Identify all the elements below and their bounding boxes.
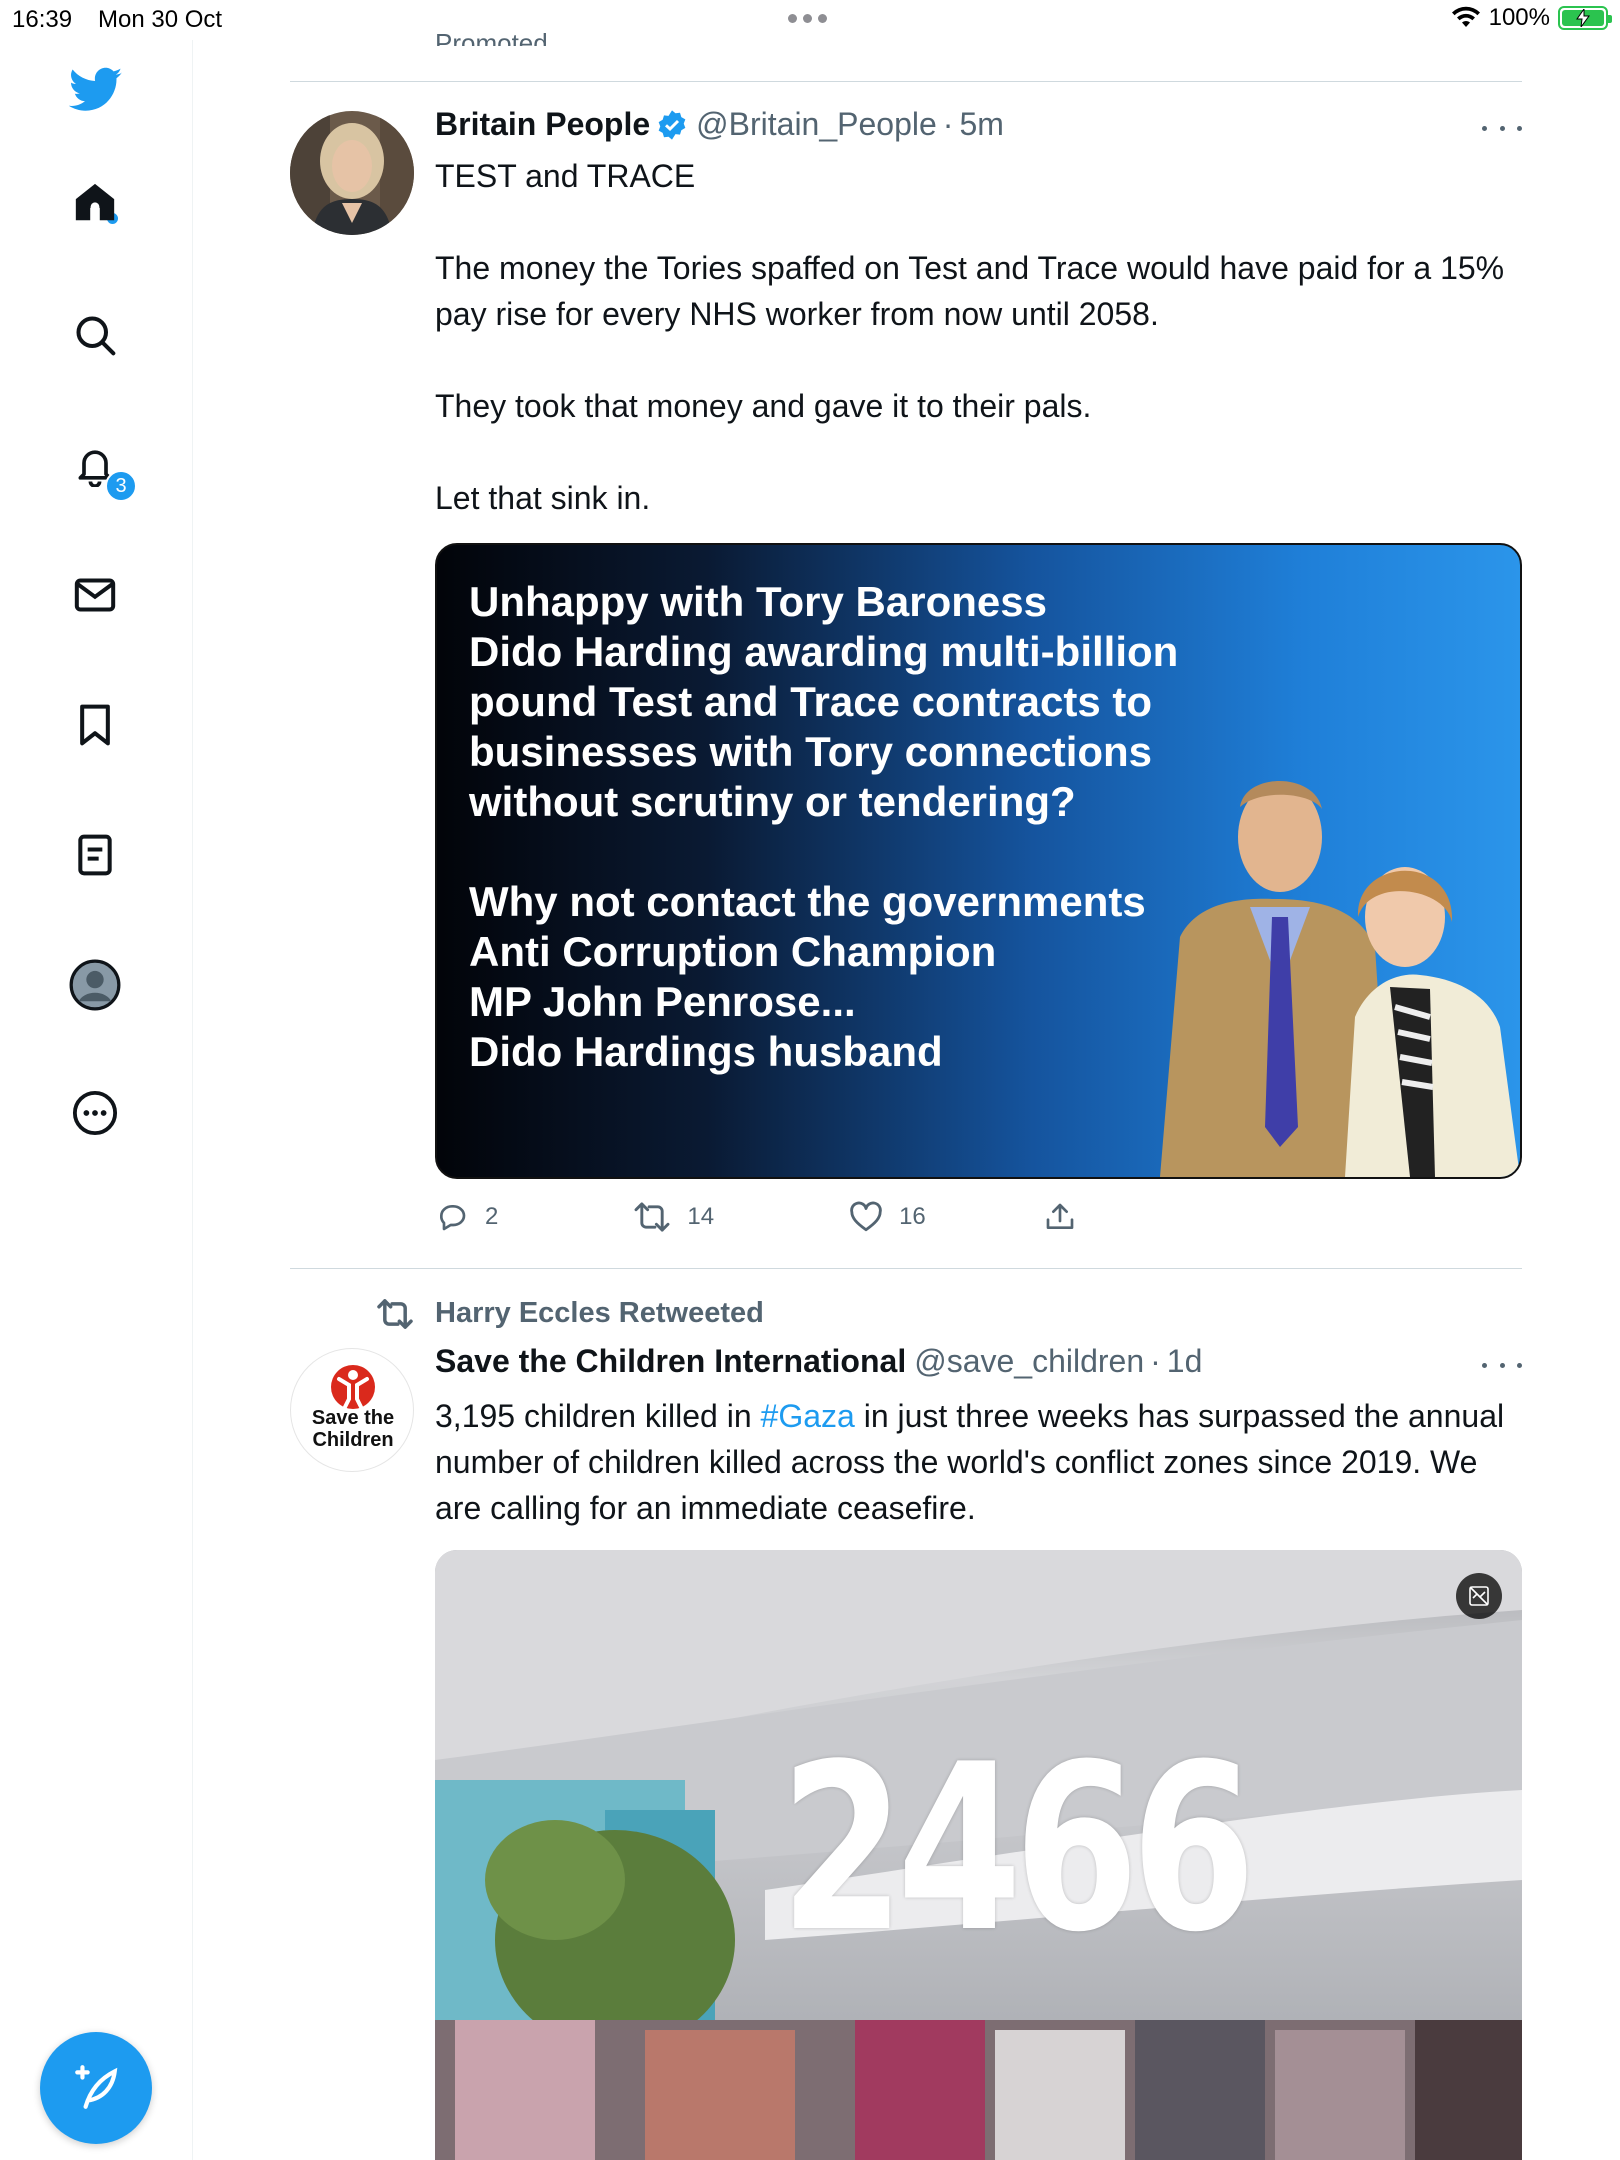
time-separator: ·: [942, 106, 954, 142]
battery-icon: [1558, 6, 1612, 30]
timeline-feed: Promoted Britain People @Britain_People …: [290, 0, 1522, 2160]
tweet-more-icon[interactable]: [1482, 1350, 1522, 1380]
tweet-time[interactable]: 1d: [1167, 1343, 1203, 1380]
reply-button[interactable]: 2: [435, 1201, 498, 1233]
media-caption-line: Unhappy with Tory Baroness: [469, 578, 1047, 625]
reply-icon: [439, 1205, 466, 1231]
media-caption-line: Dido Harding awarding multi-billion: [469, 628, 1179, 675]
author-handle[interactable]: @save_children: [914, 1343, 1144, 1380]
tweet-text-pre: 3,195 children killed in: [435, 1398, 761, 1434]
home-icon[interactable]: [65, 173, 125, 233]
media-photo-people: [1160, 780, 1520, 1177]
media-caption-line: pound Test and Trace contracts to: [469, 678, 1152, 725]
tweet-text-line: TEST and TRACE: [435, 158, 696, 194]
tweet-time[interactable]: 5m: [959, 106, 1003, 143]
share-button[interactable]: [1044, 1201, 1076, 1233]
lists-icon[interactable]: [65, 825, 125, 885]
like-button[interactable]: 16: [849, 1201, 926, 1233]
retweet-icon: [634, 1202, 670, 1232]
heart-icon: [850, 1201, 882, 1232]
author-handle[interactable]: @Britain_People: [696, 106, 937, 143]
tweet-header: Save the Children International @save_ch…: [435, 1343, 1202, 1380]
share-icon: [1046, 1203, 1074, 1229]
notifications-badge: 3: [105, 470, 137, 502]
tweet-actions: 2 14 16: [435, 1197, 1076, 1237]
like-count: 16: [899, 1203, 926, 1230]
more-options-icon[interactable]: [65, 1083, 125, 1143]
logo-text-line: Children: [312, 1429, 394, 1451]
tweet-divider: [290, 1268, 1522, 1269]
avatar-logo-text: Save the Children: [291, 1407, 413, 1451]
reply-count: 2: [485, 1203, 499, 1230]
time-separator: ·: [1150, 1343, 1161, 1379]
tweet-text-line: Let that sink in.: [435, 480, 651, 516]
verified-badge-icon: [658, 109, 686, 140]
retweet-icon: [377, 1298, 413, 1329]
autoplay-toggle-icon[interactable]: [1456, 1573, 1502, 1619]
retweet-button[interactable]: 14: [633, 1201, 714, 1233]
tweet-text-paragraph: 3,195 children killed in #Gaza in just t…: [435, 1393, 1525, 1531]
tweet-media-video[interactable]: 2466: [435, 1550, 1522, 2160]
tweet-media-image[interactable]: Unhappy with Tory Baroness Dido Harding …: [435, 543, 1522, 1179]
compose-tweet-button[interactable]: [40, 2032, 152, 2144]
messages-envelope-icon[interactable]: [65, 565, 125, 625]
logo-text-line: Save the: [311, 1407, 395, 1429]
avatar-britain-people[interactable]: [290, 111, 414, 235]
retweeted-by-text[interactable]: Harry Eccles Retweeted: [435, 1297, 764, 1330]
tweet-text-line: The money the Tories spaffed on Test and…: [435, 250, 1505, 332]
bookmarks-icon[interactable]: [65, 695, 125, 755]
author-name[interactable]: Save the Children International: [435, 1343, 906, 1380]
media-overlay-number: 2466: [780, 1716, 1256, 1983]
feather-plus-icon: [75, 2065, 118, 2109]
tweet-body: TEST and TRACE The money the Tories spaf…: [435, 153, 1525, 521]
tweet-more-icon[interactable]: [1482, 113, 1522, 143]
status-date: Mon 30 Oct: [98, 6, 223, 33]
retweeted-by-line: Harry Eccles Retweeted: [375, 1297, 764, 1330]
profile-avatar-icon[interactable]: [65, 955, 125, 1015]
status-time: 16:39: [12, 6, 73, 33]
hashtag-link[interactable]: #Gaza: [761, 1398, 855, 1434]
explore-search-icon[interactable]: [65, 305, 125, 365]
tweet-divider: [290, 81, 1522, 82]
tweet-header: Britain People @Britain_People · 5m: [435, 106, 1004, 143]
retweet-count: 14: [687, 1203, 715, 1230]
avatar-save-the-children[interactable]: Save the Children: [290, 1348, 414, 1472]
promoted-label: Promoted: [435, 28, 548, 46]
sidebar-nav: 3: [0, 40, 193, 2160]
tweet-text-line: They took that money and gave it to thei…: [435, 388, 1092, 424]
twitter-logo-icon[interactable]: [66, 60, 126, 120]
author-name[interactable]: Britain People: [435, 106, 650, 143]
tweet-body: 3,195 children killed in #Gaza in just t…: [435, 1393, 1525, 1531]
